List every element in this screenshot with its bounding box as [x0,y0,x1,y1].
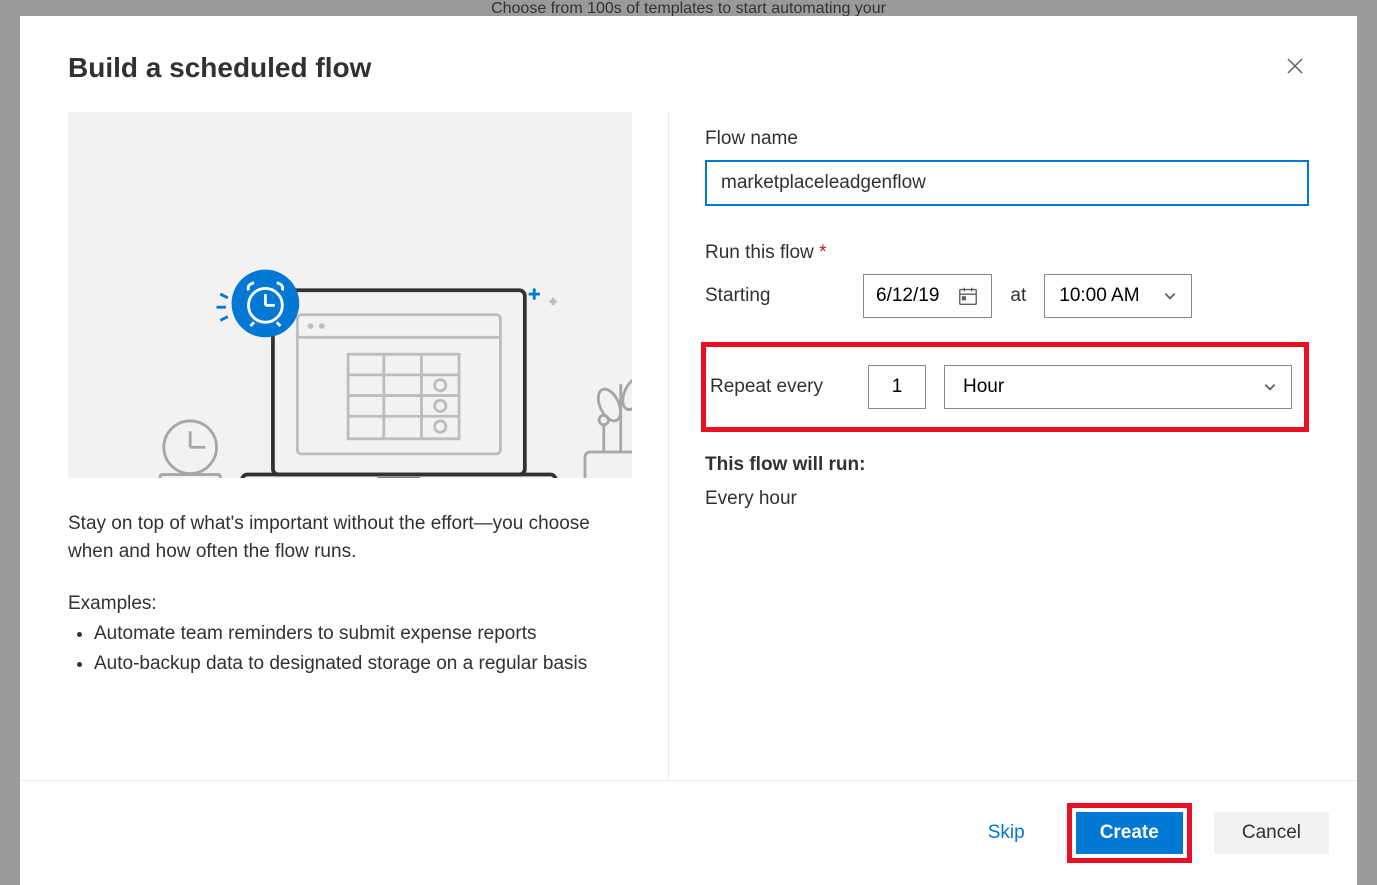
at-label: at [1010,285,1026,307]
example-item: Automate team reminders to submit expens… [94,619,632,648]
dialog-body: Stay on top of what's important without … [20,84,1357,780]
repeat-label: Repeat every [710,376,850,398]
dialog-description: Stay on top of what's important without … [68,510,632,565]
unit-value: Hour [963,376,1004,398]
close-icon [1285,56,1305,76]
dialog-footer: Skip Create Cancel [20,780,1357,885]
examples-list: Automate team reminders to submit expens… [68,619,632,678]
cancel-button[interactable]: Cancel [1214,812,1329,854]
date-value: 6/12/19 [876,285,939,307]
close-button[interactable] [1281,52,1309,84]
dialog-title: Build a scheduled flow [68,52,371,84]
start-date-input[interactable]: 6/12/19 [863,274,992,318]
starting-label: Starting [705,285,845,307]
required-asterisk: * [819,242,826,263]
flow-name-input[interactable] [705,160,1309,206]
flow-name-label: Flow name [705,128,1309,150]
run-flow-label: Run this flow * [705,242,1309,264]
examples-label: Examples: [68,593,632,615]
chevron-down-icon [1163,289,1177,303]
chevron-down-icon [1263,380,1277,394]
scheduled-flow-dialog: Build a scheduled flow [20,16,1357,885]
repeat-highlight: Repeat every Hour [701,342,1309,432]
summary-label: This flow will run: [705,454,1309,476]
left-panel: Stay on top of what's important without … [68,112,668,780]
schedule-illustration [68,112,632,478]
dialog-header: Build a scheduled flow [20,16,1357,84]
repeat-count-input[interactable] [868,365,926,409]
repeat-unit-select[interactable]: Hour [944,365,1292,409]
create-highlight: Create [1067,803,1192,863]
right-panel: Flow name Run this flow * Starting 6/12/… [668,112,1309,780]
example-item: Auto-backup data to designated storage o… [94,649,632,678]
time-value: 10:00 AM [1059,285,1139,307]
calendar-icon [957,285,979,307]
skip-button[interactable]: Skip [964,812,1049,854]
repeat-row: Repeat every Hour [706,365,1292,409]
summary-text: Every hour [705,488,1309,510]
create-button[interactable]: Create [1076,812,1183,854]
starting-row: Starting 6/12/19 at 10:00 AM [705,274,1309,318]
start-time-select[interactable]: 10:00 AM [1044,274,1192,318]
